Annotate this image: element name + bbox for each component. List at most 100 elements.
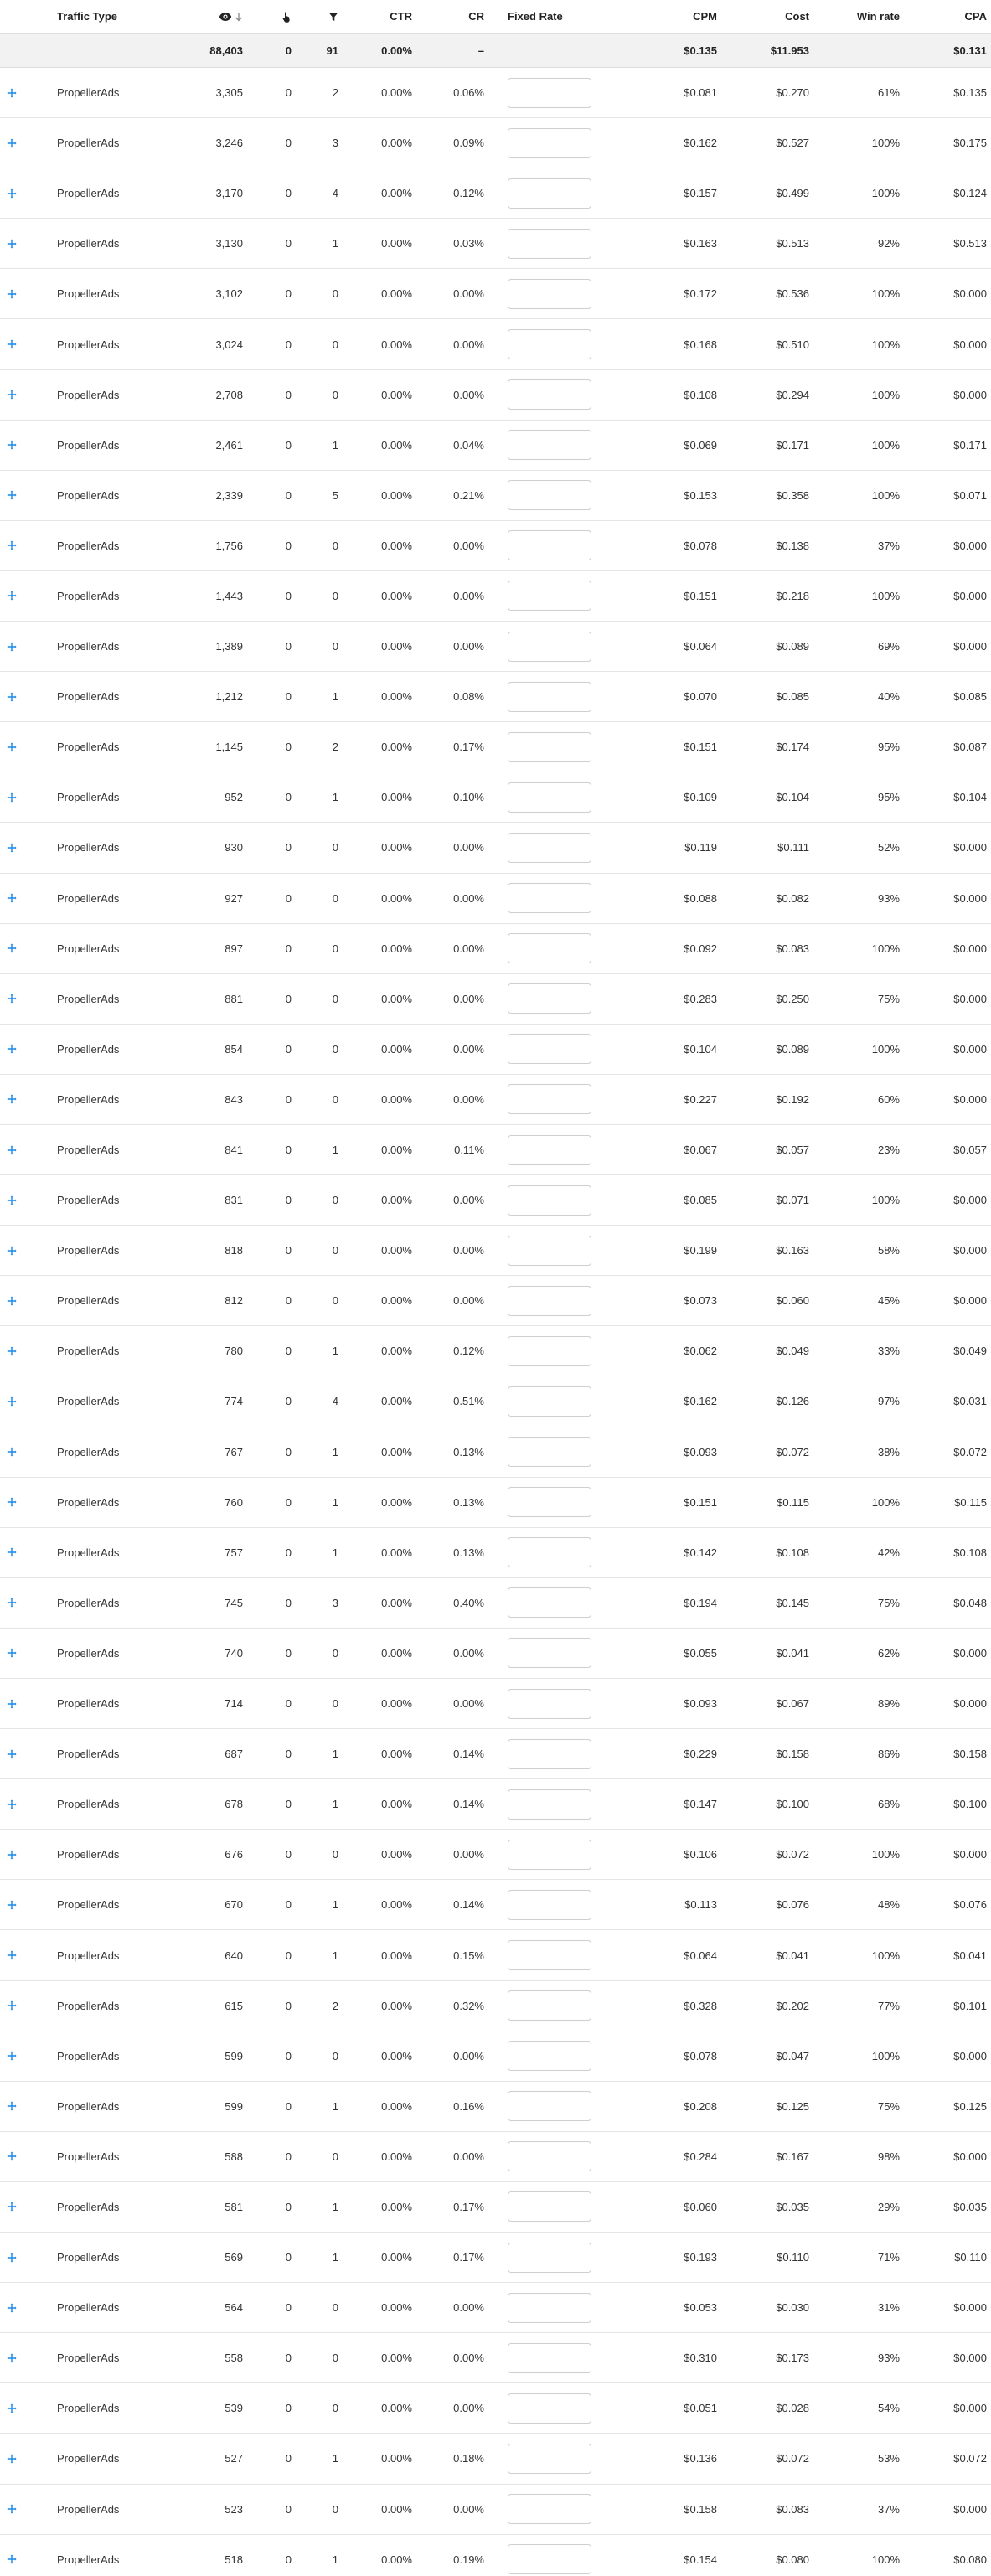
- column-header-cpa[interactable]: CPA: [905, 0, 987, 33]
- fixed-rate-input[interactable]: [508, 1839, 591, 1870]
- expand-row-button[interactable]: [7, 1930, 27, 1980]
- expand-row-button[interactable]: [7, 924, 27, 973]
- expand-row-button[interactable]: [7, 521, 27, 570]
- expand-row-button[interactable]: [7, 2283, 27, 2332]
- fixed-rate-input[interactable]: [508, 228, 591, 259]
- fixed-rate-input[interactable]: [508, 2041, 591, 2072]
- expand-row-button[interactable]: [7, 370, 27, 420]
- expand-row-button[interactable]: [7, 1376, 27, 1426]
- fixed-rate-input[interactable]: [508, 2191, 591, 2222]
- expand-row-button[interactable]: [7, 269, 27, 318]
- expand-row-button[interactable]: [7, 1528, 27, 1577]
- fixed-rate-input[interactable]: [508, 1889, 591, 1920]
- expand-row-button[interactable]: [7, 722, 27, 772]
- fixed-rate-input[interactable]: [508, 983, 591, 1014]
- fixed-rate-input[interactable]: [508, 1738, 591, 1769]
- expand-row-button[interactable]: [7, 2535, 27, 2576]
- expand-row-button[interactable]: [7, 874, 27, 923]
- fixed-rate-input[interactable]: [508, 681, 591, 712]
- expand-row-button[interactable]: [7, 2132, 27, 2181]
- fixed-rate-input[interactable]: [508, 2342, 591, 2373]
- expand-row-button[interactable]: [7, 2233, 27, 2282]
- fixed-rate-input[interactable]: [508, 178, 591, 209]
- expand-row-button[interactable]: [7, 1075, 27, 1124]
- fixed-rate-input[interactable]: [508, 1587, 591, 1618]
- fixed-rate-input[interactable]: [508, 1185, 591, 1216]
- expand-row-button[interactable]: [7, 1729, 27, 1778]
- fixed-rate-input[interactable]: [508, 1638, 591, 1669]
- fixed-rate-input[interactable]: [508, 77, 591, 108]
- expand-row-button[interactable]: [7, 1125, 27, 1174]
- fixed-rate-input[interactable]: [508, 329, 591, 360]
- column-header-cpm[interactable]: CPM: [620, 0, 717, 33]
- expand-row-button[interactable]: [7, 672, 27, 721]
- fixed-rate-input[interactable]: [508, 1688, 591, 1719]
- column-header-fixed-rate[interactable]: Fixed Rate: [508, 0, 608, 33]
- column-header-impressions[interactable]: [142, 0, 243, 33]
- fixed-rate-input[interactable]: [508, 379, 591, 410]
- fixed-rate-input[interactable]: [508, 480, 591, 511]
- column-header-conversions[interactable]: [295, 0, 338, 33]
- fixed-rate-input[interactable]: [508, 1487, 591, 1518]
- fixed-rate-input[interactable]: [508, 1789, 591, 1820]
- fixed-rate-input[interactable]: [508, 1034, 591, 1065]
- fixed-rate-input[interactable]: [508, 2242, 591, 2273]
- expand-row-button[interactable]: [7, 219, 27, 268]
- expand-row-button[interactable]: [7, 1578, 27, 1628]
- fixed-rate-input[interactable]: [508, 933, 591, 964]
- fixed-rate-input[interactable]: [508, 883, 591, 914]
- expand-row-button[interactable]: [7, 772, 27, 822]
- fixed-rate-input[interactable]: [508, 1335, 591, 1366]
- column-header-cr[interactable]: CR: [419, 0, 484, 33]
- fixed-rate-input[interactable]: [508, 2141, 591, 2172]
- expand-row-button[interactable]: [7, 1226, 27, 1275]
- column-header-ctr[interactable]: CTR: [343, 0, 412, 33]
- expand-row-button[interactable]: [7, 622, 27, 671]
- expand-row-button[interactable]: [7, 319, 27, 369]
- fixed-rate-input[interactable]: [508, 530, 591, 561]
- fixed-rate-input[interactable]: [508, 782, 591, 813]
- column-header-clicks[interactable]: [251, 0, 292, 33]
- fixed-rate-input[interactable]: [508, 1437, 591, 1468]
- fixed-rate-input[interactable]: [508, 1940, 591, 1971]
- fixed-rate-input[interactable]: [508, 1537, 591, 1568]
- fixed-rate-input[interactable]: [508, 1134, 591, 1165]
- expand-row-button[interactable]: [7, 118, 27, 168]
- fixed-rate-input[interactable]: [508, 1084, 591, 1115]
- expand-row-button[interactable]: [7, 1629, 27, 1678]
- fixed-rate-input[interactable]: [508, 430, 591, 461]
- expand-row-button[interactable]: [7, 1830, 27, 1879]
- fixed-rate-input[interactable]: [508, 1285, 591, 1316]
- expand-row-button[interactable]: [7, 1326, 27, 1376]
- fixed-rate-input[interactable]: [508, 1386, 591, 1417]
- fixed-rate-input[interactable]: [508, 832, 591, 863]
- fixed-rate-input[interactable]: [508, 2292, 591, 2323]
- expand-row-button[interactable]: [7, 2333, 27, 2382]
- expand-row-button[interactable]: [7, 1981, 27, 2031]
- expand-row-button[interactable]: [7, 421, 27, 470]
- expand-row-button[interactable]: [7, 2485, 27, 2534]
- expand-row-button[interactable]: [7, 1779, 27, 1829]
- column-header-cost[interactable]: Cost: [720, 0, 809, 33]
- expand-row-button[interactable]: [7, 1880, 27, 1929]
- expand-row-button[interactable]: [7, 1276, 27, 1325]
- fixed-rate-input[interactable]: [508, 1235, 591, 1266]
- column-header-win-rate[interactable]: Win rate: [813, 0, 900, 33]
- expand-row-button[interactable]: [7, 471, 27, 520]
- expand-row-button[interactable]: [7, 823, 27, 872]
- fixed-rate-input[interactable]: [508, 127, 591, 158]
- expand-row-button[interactable]: [7, 571, 27, 621]
- fixed-rate-input[interactable]: [508, 581, 591, 612]
- fixed-rate-input[interactable]: [508, 2091, 591, 2122]
- expand-row-button[interactable]: [7, 2434, 27, 2483]
- fixed-rate-input[interactable]: [508, 278, 591, 309]
- expand-row-button[interactable]: [7, 2182, 27, 2232]
- fixed-rate-input[interactable]: [508, 2494, 591, 2525]
- expand-row-button[interactable]: [7, 1175, 27, 1225]
- fixed-rate-input[interactable]: [508, 2443, 591, 2474]
- expand-row-button[interactable]: [7, 2082, 27, 2131]
- fixed-rate-input[interactable]: [508, 2393, 591, 2424]
- expand-row-button[interactable]: [7, 1679, 27, 1728]
- expand-row-button[interactable]: [7, 1427, 27, 1477]
- fixed-rate-input[interactable]: [508, 2544, 591, 2575]
